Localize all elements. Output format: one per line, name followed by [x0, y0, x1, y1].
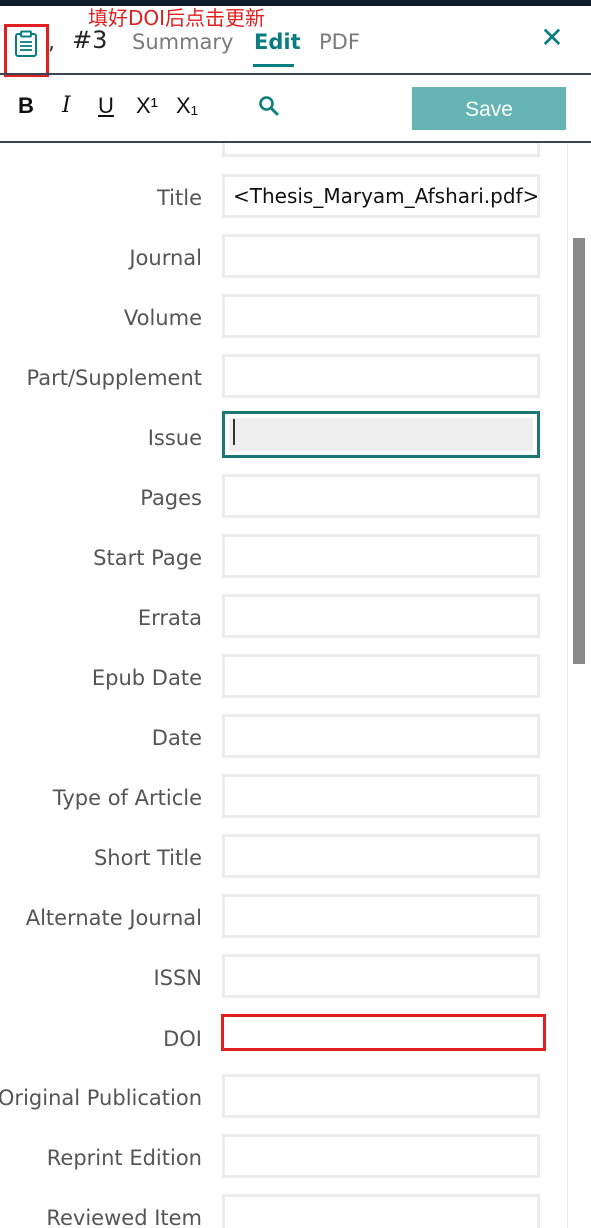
underline-button[interactable]: U [98, 93, 114, 119]
search-icon[interactable] [258, 95, 280, 117]
field-label-epub-date: Epub Date [91, 666, 202, 690]
form-row-doi: DOI [0, 1014, 567, 1075]
form-row-pages: Pages [0, 474, 567, 534]
form-row-start-page: Start Page [0, 534, 567, 594]
format-toolbar: B I U X¹ X₁ Save [0, 75, 591, 143]
start-page-field[interactable] [222, 534, 540, 578]
reference-header: 填好DOI后点击更新 , #3 Summary Edit PDF ✕ [0, 6, 591, 77]
errata-field[interactable] [222, 594, 540, 638]
form-row-errata: Errata [0, 594, 567, 654]
field-label-type-of-article: Type of Article [52, 786, 202, 810]
field-label-errata: Errata [137, 606, 202, 630]
form-row-reprint-edition: Reprint Edition [0, 1134, 567, 1194]
field-label-alternate-journal: Alternate Journal [25, 906, 202, 930]
form-row-original-publication: Original Publication [0, 1074, 567, 1134]
form-row-title: Title <Thesis_Maryam_Afshari.pdf> [0, 174, 567, 234]
form-row-journal: Journal [0, 234, 567, 294]
short-title-field[interactable] [222, 834, 540, 878]
text-field-partial[interactable] [222, 143, 540, 157]
field-label-pages: Pages [140, 486, 202, 510]
reference-separator: , [48, 30, 55, 55]
doi-annotation-highlight [221, 1014, 546, 1051]
tab-edit[interactable]: Edit [254, 30, 301, 54]
active-tab-indicator [253, 64, 294, 67]
reference-number: #3 [72, 26, 108, 54]
form-row-epub-date: Epub Date [0, 654, 567, 714]
journal-field[interactable] [222, 234, 540, 278]
reviewed-item-field[interactable] [222, 1194, 540, 1228]
form-row-alternate-journal: Alternate Journal [0, 894, 567, 954]
field-label-original-publication: Original Publication [0, 1086, 202, 1110]
annotation-text: 填好DOI后点击更新 [88, 6, 266, 30]
field-label-reviewed-item: Reviewed Item [46, 1206, 202, 1228]
issue-field-fill [229, 418, 533, 451]
text-caret [233, 419, 235, 445]
form-row-volume: Volume [0, 294, 567, 354]
reference-edit-form: Title <Thesis_Maryam_Afshari.pdf> Journa… [0, 143, 567, 1228]
epub-date-field[interactable] [222, 654, 540, 698]
form-row-short-title: Short Title [0, 834, 567, 894]
tab-pdf[interactable]: PDF [319, 30, 360, 54]
bold-button[interactable]: B [18, 93, 34, 119]
field-label-date: Date [151, 726, 202, 750]
field-label-journal: Journal [129, 246, 202, 270]
field-label-issn: ISSN [153, 966, 202, 990]
scrollbar-thumb[interactable] [573, 238, 585, 664]
pages-field[interactable] [222, 474, 540, 518]
form-row-issue: Issue [0, 411, 567, 471]
volume-field[interactable] [222, 294, 540, 338]
form-row-part-supplement: Part/Supplement [0, 354, 567, 414]
title-field[interactable]: <Thesis_Maryam_Afshari.pdf> [222, 174, 540, 218]
type-of-article-field[interactable] [222, 774, 540, 818]
close-icon[interactable]: ✕ [538, 24, 566, 52]
alternate-journal-field[interactable] [222, 894, 540, 938]
issue-field[interactable] [222, 411, 540, 458]
clipboard-icon[interactable] [14, 30, 38, 58]
field-label-start-page: Start Page [93, 546, 202, 570]
part-supplement-field[interactable] [222, 354, 540, 398]
superscript-button[interactable]: X¹ [136, 93, 158, 119]
form-row-reviewed-item: Reviewed Item [0, 1194, 567, 1228]
form-row-type-of-article: Type of Article [0, 774, 567, 834]
field-label-short-title: Short Title [93, 846, 202, 870]
field-label-doi: DOI [163, 1027, 202, 1051]
date-field[interactable] [222, 714, 540, 758]
form-row-date: Date [0, 714, 567, 774]
tab-summary[interactable]: Summary [132, 30, 233, 54]
issn-field[interactable] [222, 954, 540, 998]
field-label-reprint-edition: Reprint Edition [46, 1146, 202, 1170]
form-row-issn: ISSN [0, 954, 567, 1014]
field-label-part-supplement: Part/Supplement [26, 366, 202, 390]
italic-button[interactable]: I [62, 93, 71, 118]
save-button[interactable]: Save [412, 87, 566, 130]
field-label-issue: Issue [147, 426, 202, 450]
subscript-button[interactable]: X₁ [176, 93, 198, 119]
field-label-volume: Volume [123, 306, 202, 330]
reprint-edition-field[interactable] [222, 1134, 540, 1178]
original-publication-field[interactable] [222, 1074, 540, 1118]
field-label-title: Title [156, 186, 202, 210]
